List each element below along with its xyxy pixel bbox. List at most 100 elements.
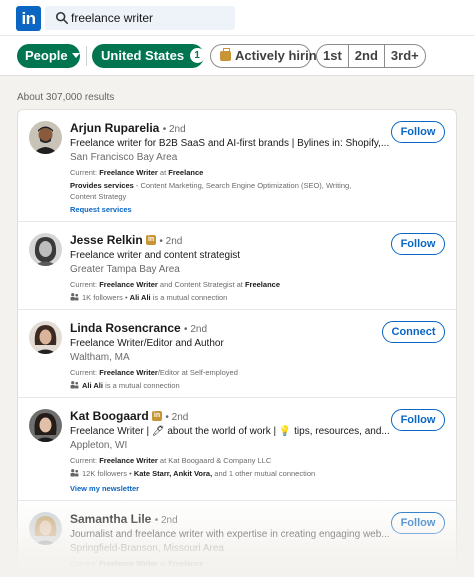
filter-2nd[interactable]: 2nd xyxy=(349,45,385,67)
avatar[interactable] xyxy=(29,121,62,154)
results-list: Arjun Ruparelia • 2nd Freelance writer f… xyxy=(17,109,457,577)
result-name-line: Jesse Relkin in • 2nd xyxy=(70,233,182,247)
connect-button[interactable]: Connect xyxy=(382,321,445,343)
profile-location: Greater Tampa Bay Area xyxy=(70,264,180,275)
list-item: Linda Rosencrance • 2nd Freelance Writer… xyxy=(18,310,456,398)
search-box[interactable] xyxy=(45,6,235,30)
mutual-suffix: and 1 other mutual connection xyxy=(212,469,316,478)
current-role: Freelance Writer xyxy=(99,559,158,568)
mutual-name[interactable]: Ali Ali xyxy=(82,381,103,390)
connection-degree: • 2nd xyxy=(184,324,208,335)
follow-button[interactable]: Follow xyxy=(391,233,445,255)
profile-headline: Freelance Writer/Editor and Author xyxy=(70,338,224,349)
filter-bar: People United States 1 Actively hiring 1… xyxy=(0,36,474,76)
current-position: Current: Freelance Writer at Freelance xyxy=(70,168,203,177)
follow-button[interactable]: Follow xyxy=(391,121,445,143)
mutual-name[interactable]: Kate Starr, Ankit Vora, xyxy=(134,469,212,478)
list-item: Samantha Lile • 2nd Journalist and freel… xyxy=(18,501,456,577)
briefcase-icon xyxy=(220,47,231,61)
current-mid: /Editor at Self-employed xyxy=(157,368,238,377)
profile-name[interactable]: Samantha Lile xyxy=(70,512,151,526)
location-filter-button[interactable]: United States 1 xyxy=(92,44,217,68)
current-position: Current: Freelance Writer and Content St… xyxy=(70,280,280,289)
request-services-link[interactable]: Request services xyxy=(70,205,132,214)
filter-divider xyxy=(86,46,87,66)
mutual-connections: Ali Ali is a mutual connection xyxy=(70,381,180,390)
mutual-suffix: is a mutual connection xyxy=(150,293,228,302)
people-filter-button[interactable]: People xyxy=(17,44,80,68)
separator: • xyxy=(122,293,130,302)
current-mid: and Content Strategist at xyxy=(157,280,245,289)
current-position: Current: Freelance Writer at Freelance xyxy=(70,559,203,568)
avatar[interactable] xyxy=(29,321,62,354)
current-role: Freelance Writer xyxy=(99,168,158,177)
profile-name[interactable]: Linda Rosencrance xyxy=(70,321,181,335)
follow-button[interactable]: Follow xyxy=(391,512,445,534)
profile-headline: Journalist and freelance writer with exp… xyxy=(70,529,390,540)
people-icon xyxy=(70,469,79,477)
people-filter-label: People xyxy=(25,48,68,63)
connection-degree: • 2nd xyxy=(154,515,178,526)
current-prefix: Current: xyxy=(70,368,100,377)
actively-hiring-label: Actively hiring xyxy=(235,48,325,63)
linkedin-premium-icon: in xyxy=(146,234,157,245)
list-item: Arjun Ruparelia • 2nd Freelance writer f… xyxy=(18,110,456,222)
current-prefix: Current: xyxy=(70,456,100,465)
separator: • xyxy=(127,469,134,478)
current-role: Freelance Writer xyxy=(99,456,158,465)
current-mid: at Kat Boogaard & Company LLC xyxy=(157,456,272,465)
profile-location: San Francisco Bay Area xyxy=(70,152,178,163)
search-icon xyxy=(55,11,69,25)
search-input[interactable] xyxy=(71,9,231,27)
newsletter-link[interactable]: View my newsletter xyxy=(70,484,139,493)
result-name-line: Arjun Ruparelia • 2nd xyxy=(70,121,186,135)
mutual-connections: 12K followers • Kate Starr, Ankit Vora, … xyxy=(70,469,315,478)
current-prefix: Current: xyxy=(70,280,100,289)
mutual-name[interactable]: Ali Ali xyxy=(130,293,151,302)
avatar[interactable] xyxy=(29,409,62,442)
profile-headline: Freelance writer for B2B SaaS and AI-fir… xyxy=(70,138,390,149)
profile-location: Appleton, WI xyxy=(70,440,128,451)
current-role: Freelance Writer xyxy=(99,280,158,289)
current-company: Freelance xyxy=(168,559,204,568)
people-icon xyxy=(70,381,79,389)
services-list: - Content Marketing, Search Engine Optim… xyxy=(133,181,352,190)
follow-button[interactable]: Follow xyxy=(391,409,445,431)
filter-3rd[interactable]: 3rd+ xyxy=(385,45,425,67)
list-item: Kat Boogaard in • 2nd Freelance Writer |… xyxy=(18,398,456,501)
result-name-line: Kat Boogaard in • 2nd xyxy=(70,409,188,423)
current-mid: at xyxy=(157,168,169,177)
profile-name[interactable]: Kat Boogaard xyxy=(70,409,149,423)
avatar[interactable] xyxy=(29,512,62,545)
profile-location: Springfield-Branson, Missouri Area xyxy=(70,543,224,554)
linkedin-premium-icon: in xyxy=(152,410,163,421)
connection-degree: • 2nd xyxy=(165,412,189,423)
people-icon xyxy=(70,293,79,301)
connection-degree: • 2nd xyxy=(162,124,186,135)
chevron-down-icon xyxy=(71,53,80,59)
location-filter-label: United States xyxy=(101,48,185,63)
result-name-line: Linda Rosencrance • 2nd xyxy=(70,321,207,335)
connection-degree-filter: 1st 2nd 3rd+ xyxy=(316,44,426,68)
current-mid: at xyxy=(157,559,169,568)
current-role: Freelance Writer xyxy=(99,368,158,377)
mutual-suffix: is a mutual connection xyxy=(102,381,180,390)
linkedin-logo[interactable]: in xyxy=(16,6,41,31)
connection-degree: • 2nd xyxy=(159,236,183,247)
profile-location: Waltham, MA xyxy=(70,352,130,363)
current-position: Current: Freelance Writer/Editor at Self… xyxy=(70,368,238,377)
services-line: Provides services - Content Marketing, S… xyxy=(70,181,351,190)
current-prefix: Current: xyxy=(70,559,100,568)
profile-headline: Freelance Writer | 🖊 about the world of … xyxy=(70,426,390,437)
filter-1st[interactable]: 1st xyxy=(317,45,349,67)
location-count-badge: 1 xyxy=(189,48,205,64)
profile-name[interactable]: Arjun Ruparelia xyxy=(70,121,159,135)
result-name-line: Samantha Lile • 2nd xyxy=(70,512,178,526)
avatar[interactable] xyxy=(29,233,62,266)
services-line-2: Content Strategy xyxy=(70,192,127,201)
results-count: About 307,000 results xyxy=(17,92,115,103)
current-position: Current: Freelance Writer at Kat Boogaar… xyxy=(70,456,271,465)
actively-hiring-button[interactable]: Actively hiring xyxy=(210,44,325,68)
profile-name[interactable]: Jesse Relkin xyxy=(70,233,143,247)
list-item: Jesse Relkin in • 2nd Freelance writer a… xyxy=(18,222,456,310)
